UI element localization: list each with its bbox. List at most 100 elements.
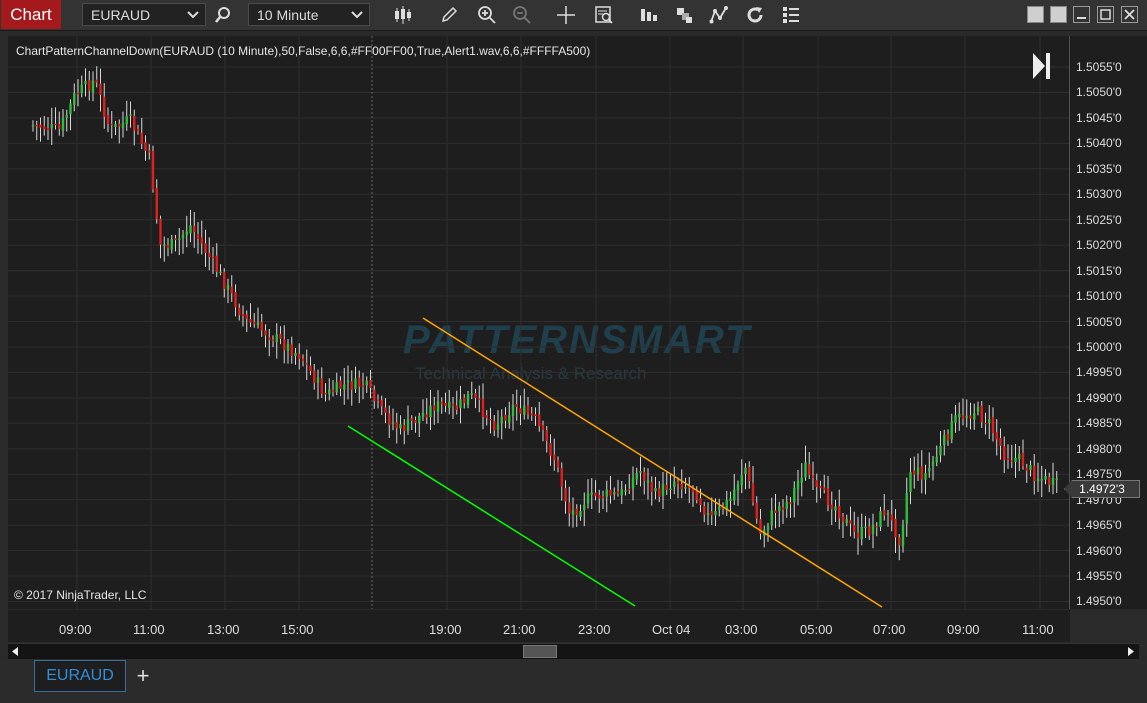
candle-body <box>714 510 717 516</box>
candle-body <box>695 490 698 501</box>
maximize-button[interactable] <box>1097 6 1114 23</box>
candle-body <box>534 414 537 417</box>
candle-body <box>860 527 863 540</box>
close-button[interactable] <box>1121 6 1138 23</box>
candle-body <box>811 475 815 479</box>
candle-body <box>823 487 826 491</box>
candle-body <box>871 524 875 534</box>
candle-body <box>159 218 162 245</box>
candle-body <box>155 187 158 220</box>
candle-body <box>208 252 211 258</box>
price-tick-label: 1.5015'0 <box>1076 263 1122 278</box>
scroll-right-icon[interactable] <box>1127 647 1135 656</box>
candle-body <box>455 405 458 411</box>
instrument-tab-euraud[interactable]: EURAUD <box>34 660 126 692</box>
candle-body <box>961 415 965 419</box>
candle-body <box>219 271 222 274</box>
scroll-left-icon[interactable] <box>11 647 19 656</box>
chart-scrollbar[interactable] <box>8 643 1139 659</box>
candle-body <box>234 292 237 308</box>
candle-body <box>451 403 455 406</box>
candle-body <box>984 422 987 425</box>
candle-body <box>470 393 473 395</box>
candle-body <box>943 434 946 446</box>
candle-body <box>170 239 173 250</box>
close-icon <box>1124 9 1135 20</box>
candle-body <box>459 399 462 409</box>
minimize-button[interactable] <box>1073 6 1090 23</box>
price-chart[interactable] <box>0 0 1070 609</box>
candle-body <box>916 467 920 475</box>
candle-body <box>31 124 35 127</box>
candle-body <box>804 462 807 478</box>
candle-body <box>946 433 950 441</box>
candle-body <box>684 486 687 489</box>
candle-body <box>211 256 215 259</box>
candle-body <box>50 123 53 129</box>
candle-body <box>253 321 256 325</box>
candle-body <box>46 127 50 131</box>
candle-body <box>635 473 638 480</box>
candle-body <box>433 405 436 411</box>
candle-body <box>928 467 931 472</box>
candle-body <box>800 477 803 483</box>
candle-body <box>965 416 968 418</box>
candle-body <box>256 322 260 326</box>
candle-body <box>999 437 1002 446</box>
candle-body <box>204 243 207 253</box>
price-tick-label: 1.5025'0 <box>1076 212 1122 227</box>
candle-body <box>238 307 241 316</box>
candle-body <box>766 526 770 531</box>
candle-body <box>144 142 147 151</box>
candle-body <box>793 487 796 503</box>
candle-body <box>260 321 263 331</box>
candle-body <box>706 513 710 516</box>
candle-body <box>313 370 316 384</box>
candle-body <box>1014 457 1017 463</box>
candle-body <box>485 414 488 418</box>
candle-body <box>354 378 357 390</box>
candle-body <box>733 489 736 501</box>
candle-body <box>673 481 676 488</box>
candle-body <box>1021 452 1025 467</box>
add-tab-button[interactable]: + <box>128 660 158 692</box>
candle-body <box>939 445 942 456</box>
candle-body <box>924 472 927 480</box>
candle-body <box>410 418 413 421</box>
time-tick-label: 09:00 <box>947 622 980 637</box>
candle-body <box>1040 479 1043 481</box>
candle-body <box>1018 453 1021 460</box>
candle-body <box>969 415 972 419</box>
scroll-thumb[interactable] <box>523 645 557 658</box>
time-tick-label: 05:00 <box>800 622 833 637</box>
price-tick-label: 1.4960'0 <box>1076 543 1122 558</box>
candle-body <box>463 397 466 403</box>
candle-body <box>99 83 102 96</box>
candle-body <box>1051 477 1055 486</box>
candle-body <box>189 225 192 234</box>
candle-body <box>511 404 515 417</box>
candle-body <box>414 420 417 423</box>
candle-body <box>298 353 301 360</box>
skip-to-end-icon[interactable] <box>1030 53 1054 79</box>
candle-body <box>624 490 627 492</box>
candle-body <box>654 487 657 492</box>
candle-body <box>853 525 856 532</box>
candle-body <box>549 442 552 456</box>
time-axis[interactable] <box>8 610 1070 642</box>
candle-body <box>564 488 567 502</box>
candle-body <box>620 488 623 496</box>
candle-body <box>241 314 245 317</box>
candle-body <box>703 506 706 515</box>
candle-body <box>538 414 541 427</box>
candle-body <box>1010 460 1013 462</box>
candle-body <box>868 526 871 536</box>
candle-body <box>530 413 533 416</box>
price-tick-label: 1.4995'0 <box>1076 365 1122 380</box>
price-tick-label: 1.5050'0 <box>1076 85 1122 100</box>
candle-body <box>286 343 290 351</box>
candle-body <box>129 114 132 116</box>
candle-body <box>744 467 747 474</box>
candle-body <box>883 510 886 516</box>
candle-body <box>950 421 953 440</box>
